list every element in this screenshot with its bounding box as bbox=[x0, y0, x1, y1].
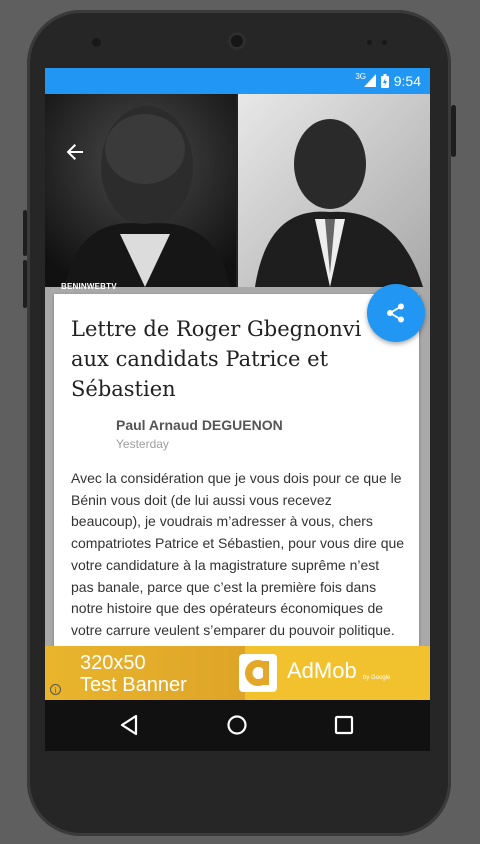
volume-button bbox=[23, 260, 27, 308]
article-hero-image: BENINWEBTV bbox=[45, 94, 430, 291]
publish-date: Yesterday bbox=[116, 437, 169, 451]
circle-home-icon[interactable] bbox=[225, 713, 249, 737]
square-recents-icon[interactable] bbox=[332, 713, 356, 737]
ad-info-icon[interactable]: i bbox=[50, 684, 61, 695]
screen: 3G 9:54 BENINWEBTV Lettre de Roger Gbegn… bbox=[45, 68, 430, 751]
signal-icon bbox=[364, 74, 376, 87]
admob-google-text: by Google bbox=[363, 675, 391, 681]
admob-brand: AdMob bbox=[287, 658, 357, 683]
arrow-back-icon bbox=[66, 144, 83, 160]
back-button[interactable] bbox=[61, 138, 89, 166]
sensor-dot bbox=[382, 40, 387, 45]
ad-label-text: Test Banner bbox=[80, 674, 187, 696]
ad-banner[interactable]: i 320x50 Test Banner AdMob by Google bbox=[45, 646, 430, 700]
triangle-back-icon[interactable] bbox=[118, 713, 142, 737]
watermark-logo: BENINWEBTV bbox=[61, 282, 117, 291]
admob-logo-icon bbox=[239, 654, 277, 692]
ad-size-text: 320x50 bbox=[80, 652, 146, 674]
author-name[interactable]: Paul Arnaud DEGUENON bbox=[116, 417, 283, 433]
proximity-sensor bbox=[92, 38, 101, 47]
navigation-bar bbox=[45, 700, 430, 751]
hero-photo bbox=[45, 94, 430, 287]
power-button bbox=[23, 210, 27, 256]
side-button-right bbox=[451, 105, 456, 157]
sensor-dot bbox=[367, 40, 372, 45]
status-bar: 3G 9:54 bbox=[45, 68, 430, 94]
article-title: Lettre de Roger Gbegnonvi aux candidats … bbox=[71, 317, 362, 401]
front-camera bbox=[228, 32, 246, 50]
share-button[interactable] bbox=[367, 284, 425, 342]
article-body: Avec la considération que je vous dois p… bbox=[71, 470, 405, 638]
share-icon bbox=[387, 303, 404, 323]
battery-icon bbox=[381, 74, 389, 88]
clock: 9:54 bbox=[393, 73, 421, 89]
